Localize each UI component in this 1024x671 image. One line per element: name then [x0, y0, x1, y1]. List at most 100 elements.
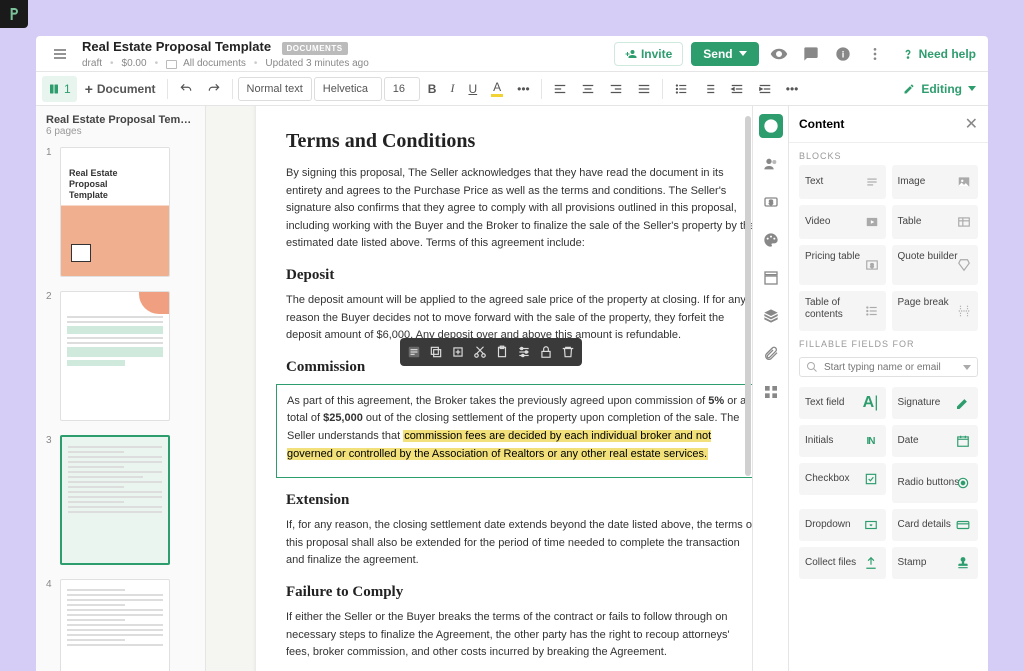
- field-stamp[interactable]: Stamp: [892, 547, 979, 579]
- duplicate-icon[interactable]: [448, 342, 468, 362]
- document-title[interactable]: Real Estate Proposal Template: [82, 39, 271, 54]
- block-table[interactable]: Table: [892, 205, 979, 239]
- underline-button[interactable]: U: [462, 76, 483, 102]
- field-date[interactable]: Date: [892, 425, 979, 457]
- scrollbar[interactable]: [744, 106, 752, 671]
- calendar-icon: [954, 432, 972, 450]
- info-icon[interactable]: i: [831, 42, 855, 66]
- align-justify-icon[interactable]: [631, 76, 657, 102]
- page-thumbnail[interactable]: [60, 291, 170, 421]
- page-thumbnail[interactable]: [60, 435, 170, 565]
- thumb-number: 1: [46, 147, 54, 158]
- body-text[interactable]: If either the Seller or the Buyer breaks…: [286, 609, 752, 662]
- location-text[interactable]: All documents: [183, 58, 246, 69]
- more-format-icon[interactable]: •••: [511, 76, 536, 102]
- bullet-list-icon[interactable]: [668, 76, 694, 102]
- copy-icon[interactable]: [426, 342, 446, 362]
- textfield-icon: A|: [862, 394, 880, 412]
- block-quote-builder[interactable]: Quote builder: [892, 245, 979, 285]
- indent-right-icon[interactable]: [752, 76, 778, 102]
- layout-icon[interactable]: [759, 266, 783, 290]
- font-select[interactable]: Helvetica: [314, 77, 382, 101]
- selected-text-block[interactable]: As part of this agreement, the Broker ta…: [276, 384, 752, 478]
- body-text[interactable]: By signing this proposal, The Seller ack…: [286, 165, 752, 253]
- eye-icon[interactable]: [767, 42, 791, 66]
- image-icon: [956, 174, 972, 190]
- help-link[interactable]: Need help: [901, 47, 976, 61]
- undo-icon[interactable]: [173, 76, 199, 102]
- search-icon: [806, 361, 818, 373]
- block-page-break[interactable]: Page break: [892, 291, 979, 331]
- design-icon[interactable]: [759, 228, 783, 252]
- settings-icon[interactable]: [514, 342, 534, 362]
- body-text[interactable]: The deposit amount will be applied to th…: [286, 292, 752, 345]
- apps-icon[interactable]: [759, 380, 783, 404]
- field-checkbox[interactable]: Checkbox: [799, 463, 886, 495]
- close-icon[interactable]: ✕: [965, 114, 978, 134]
- layers-icon[interactable]: [759, 304, 783, 328]
- more-paragraph-icon[interactable]: •••: [780, 76, 805, 102]
- redo-icon[interactable]: [201, 76, 227, 102]
- document-canvas[interactable]: Terms and Conditions By signing this pro…: [206, 106, 752, 671]
- page-thumbnail[interactable]: [60, 579, 170, 671]
- content-tab-icon[interactable]: [759, 114, 783, 138]
- block-image[interactable]: Image: [892, 165, 979, 199]
- body-text[interactable]: If, for any reason, the closing settleme…: [286, 517, 752, 570]
- recipient-search-input[interactable]: [824, 362, 957, 373]
- paste-icon[interactable]: [492, 342, 512, 362]
- thumb-number: 2: [46, 291, 54, 302]
- recipients-icon[interactable]: [759, 152, 783, 176]
- upload-icon: [862, 554, 880, 572]
- cut-icon[interactable]: [470, 342, 490, 362]
- hamburger-icon[interactable]: [48, 42, 72, 66]
- align-left-icon[interactable]: [547, 76, 573, 102]
- field-radio[interactable]: Radio buttons: [892, 463, 979, 503]
- brand-logo: [0, 0, 28, 28]
- field-text[interactable]: Text fieldA|: [799, 387, 886, 419]
- field-card-details[interactable]: Card details: [892, 509, 979, 541]
- block-text[interactable]: Text: [799, 165, 886, 199]
- style-select[interactable]: Normal text: [238, 77, 312, 101]
- bold-button[interactable]: B: [422, 76, 443, 102]
- field-collect-files[interactable]: Collect files: [799, 547, 886, 579]
- text-color-button[interactable]: A: [485, 76, 509, 102]
- subheading-deposit[interactable]: Deposit: [286, 267, 752, 284]
- field-signature[interactable]: Signature: [892, 387, 979, 419]
- editing-mode-select[interactable]: Editing: [897, 76, 982, 102]
- subheading-failure[interactable]: Failure to Comply: [286, 584, 752, 601]
- document-menu[interactable]: +Document: [79, 76, 162, 102]
- delete-icon[interactable]: [558, 342, 578, 362]
- block-toc[interactable]: Table of contents: [799, 291, 886, 331]
- italic-button[interactable]: I: [444, 76, 460, 102]
- chevron-down-icon[interactable]: [963, 365, 971, 370]
- block-pricing-table[interactable]: Pricing table$: [799, 245, 886, 285]
- variables-icon[interactable]: $: [759, 190, 783, 214]
- send-button[interactable]: Send: [691, 42, 758, 66]
- card-icon: [954, 516, 972, 534]
- body-text[interactable]: As part of this agreement, the Broker ta…: [287, 393, 752, 463]
- more-icon[interactable]: [863, 42, 887, 66]
- indent-left-icon[interactable]: [724, 76, 750, 102]
- lock-icon[interactable]: [536, 342, 556, 362]
- pages-toggle[interactable]: 1: [42, 76, 77, 102]
- comment-icon[interactable]: [799, 42, 823, 66]
- properties-icon[interactable]: [404, 342, 424, 362]
- block-video[interactable]: Video: [799, 205, 886, 239]
- toc-icon: [864, 303, 880, 319]
- field-dropdown[interactable]: Dropdown: [799, 509, 886, 541]
- align-center-icon[interactable]: [575, 76, 601, 102]
- attachment-icon[interactable]: [759, 342, 783, 366]
- numbered-list-icon[interactable]: [696, 76, 722, 102]
- field-initials[interactable]: InitialsIN: [799, 425, 886, 457]
- heading-terms[interactable]: Terms and Conditions: [286, 130, 752, 153]
- align-right-icon[interactable]: [603, 76, 629, 102]
- page-thumbnail[interactable]: Real EstateProposalTemplate: [60, 147, 170, 277]
- recipient-search[interactable]: [799, 357, 978, 377]
- right-icon-rail: $: [752, 106, 788, 671]
- video-icon: [864, 214, 880, 230]
- document-page[interactable]: Terms and Conditions By signing this pro…: [256, 106, 752, 671]
- font-size-select[interactable]: 16: [384, 77, 420, 101]
- subheading-extension[interactable]: Extension: [286, 492, 752, 509]
- invite-button[interactable]: Invite: [614, 42, 683, 66]
- document-meta: draft $0.00 All documents Updated 3 minu…: [82, 58, 369, 69]
